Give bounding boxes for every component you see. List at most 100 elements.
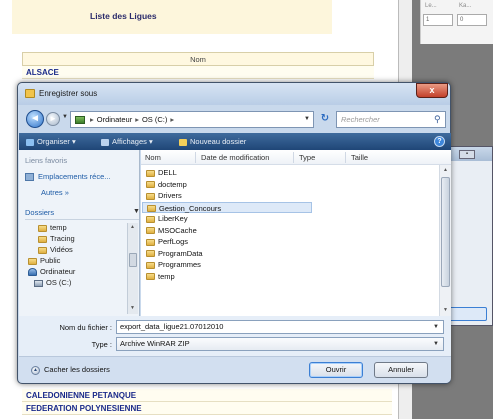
folder-icon bbox=[146, 192, 155, 200]
file-row[interactable]: Drivers bbox=[142, 190, 437, 202]
save-fields: Nom du fichier : export_data_ligue21.070… bbox=[19, 316, 451, 356]
new-folder-icon bbox=[179, 138, 187, 146]
file-list-scrollbar[interactable]: ▲ ▼ bbox=[439, 165, 451, 316]
favorite-recent-places[interactable]: Emplacements réce... bbox=[25, 172, 111, 182]
scroll-down-icon[interactable]: ▼ bbox=[443, 307, 448, 313]
tree-item-label: OS (C:) bbox=[46, 278, 72, 287]
chevron-down-icon[interactable]: ▼ bbox=[433, 321, 439, 333]
computer-icon bbox=[28, 268, 37, 277]
dialog-titlebar[interactable]: Enregistrer sous x bbox=[18, 83, 450, 105]
side-panel-input[interactable]: 1 bbox=[423, 14, 453, 26]
tree-item[interactable]: Tracing bbox=[20, 233, 128, 244]
file-row[interactable]: PerfLogs bbox=[142, 236, 437, 248]
folder-tree-scrollbar[interactable]: ▲ ▼ bbox=[127, 223, 138, 314]
address-bar[interactable]: ▸ Ordinateur ▸ OS (C:) ▸ ▼ bbox=[70, 111, 314, 128]
leagues-table: Nom ALSACE bbox=[22, 52, 374, 79]
folder-icon bbox=[146, 238, 155, 246]
column-divider[interactable] bbox=[345, 152, 346, 163]
background-dialog-button[interactable] bbox=[447, 307, 487, 321]
organize-icon bbox=[26, 138, 34, 146]
new-folder-button[interactable]: Nouveau dossier bbox=[179, 137, 246, 146]
column-divider[interactable] bbox=[293, 152, 294, 163]
views-icon bbox=[101, 138, 109, 146]
column-type[interactable]: Type bbox=[299, 153, 315, 162]
history-dropdown[interactable]: ▼ bbox=[62, 114, 68, 120]
file-row[interactable]: ProgramData bbox=[142, 248, 437, 260]
chevron-double-right-icon: » bbox=[64, 188, 69, 197]
favorite-label: Emplacements réce... bbox=[38, 172, 111, 181]
folder-icon bbox=[38, 224, 47, 232]
table-row[interactable]: ALSACE bbox=[22, 66, 374, 79]
file-row[interactable]: LiberKey bbox=[142, 213, 437, 225]
scroll-up-icon[interactable]: ▲ bbox=[130, 224, 135, 230]
column-name[interactable]: Nom bbox=[145, 153, 161, 162]
folder-icon bbox=[38, 246, 47, 254]
side-panel-fields: Le... Ka... 1 0 bbox=[420, 0, 493, 44]
side-panel-label: Ka... bbox=[459, 3, 472, 9]
views-menu[interactable]: Affichages ▾ bbox=[101, 137, 153, 146]
search-icon[interactable]: ⚲ bbox=[434, 114, 446, 125]
scroll-thumb[interactable] bbox=[441, 177, 450, 287]
chevron-up-icon: ▲ bbox=[31, 365, 40, 375]
file-row[interactable]: temp bbox=[142, 271, 437, 283]
close-icon[interactable]: ▪ bbox=[459, 150, 475, 159]
open-button[interactable]: Ouvrir bbox=[309, 362, 363, 378]
forward-button[interactable]: ► bbox=[46, 112, 60, 126]
more-link[interactable]: Autres » bbox=[41, 188, 69, 197]
cancel-button[interactable]: Annuler bbox=[374, 362, 428, 378]
file-name: MSOCache bbox=[158, 225, 197, 235]
folder-icon bbox=[147, 205, 156, 213]
file-row[interactable]: doctemp bbox=[142, 179, 437, 191]
dialog-title: Enregistrer sous bbox=[39, 89, 98, 98]
favorites-header: Liens favoris bbox=[25, 156, 68, 165]
file-row-selected[interactable]: Gestion_Concours bbox=[142, 201, 312, 213]
search-input[interactable]: Rechercher bbox=[336, 111, 446, 128]
tree-item-label: temp bbox=[50, 223, 67, 232]
breadcrumb-os-c[interactable]: OS (C:) bbox=[142, 115, 167, 124]
back-button[interactable]: ◄ bbox=[26, 110, 44, 128]
chevron-down-icon[interactable]: ▼ bbox=[304, 112, 310, 127]
file-row[interactable]: DELL bbox=[142, 167, 437, 179]
user-folder-icon bbox=[28, 257, 37, 265]
tree-item[interactable]: Public bbox=[20, 255, 128, 266]
help-icon[interactable]: ? bbox=[434, 136, 445, 147]
refresh-button[interactable]: ↻ bbox=[317, 112, 333, 127]
tree-item[interactable]: temp bbox=[20, 222, 128, 233]
filetype-value: Archive WinRAR ZIP bbox=[120, 339, 190, 348]
table-row[interactable]: CALEDONIENNE PETANQUE bbox=[22, 389, 392, 402]
file-row[interactable]: Programmes bbox=[142, 259, 437, 271]
breadcrumb-ordinateur[interactable]: Ordinateur bbox=[97, 115, 132, 124]
side-panel-input[interactable]: 0 bbox=[457, 14, 487, 26]
tree-item[interactable]: Ordinateur bbox=[20, 266, 128, 277]
column-headers: Nom Date de modification Type Taille bbox=[141, 150, 451, 165]
save-as-dialog: Enregistrer sous x ◄ ► ▼ ▸ Ordinateur ▸ OS … bbox=[17, 82, 451, 384]
tree-item-label: Ordinateur bbox=[40, 267, 76, 276]
folders-header[interactable]: Dossiers ▼ bbox=[25, 208, 140, 220]
tree-item-label: Tracing bbox=[50, 234, 75, 243]
filename-value: export_data_ligue21.07012010 bbox=[120, 322, 224, 331]
tree-item-label: Public bbox=[40, 256, 61, 265]
column-divider[interactable] bbox=[195, 152, 196, 163]
file-name: Gestion_Concours bbox=[159, 203, 222, 213]
file-row[interactable]: MSOCache bbox=[142, 225, 437, 237]
tree-item[interactable]: OS (C:) bbox=[20, 277, 128, 288]
column-modified[interactable]: Date de modification bbox=[201, 153, 269, 162]
hide-folders-toggle[interactable]: ▲ Cacher les dossiers bbox=[31, 365, 110, 375]
scroll-up-icon[interactable]: ▲ bbox=[443, 167, 448, 173]
close-button[interactable]: x bbox=[416, 83, 448, 98]
background-dialog-titlebar: ▪ bbox=[445, 147, 492, 161]
breadcrumb-separator: ▸ bbox=[135, 115, 139, 124]
drive-icon bbox=[34, 279, 43, 287]
scroll-down-icon[interactable]: ▼ bbox=[130, 305, 135, 311]
filetype-label: Type : bbox=[91, 340, 112, 349]
file-name: LiberKey bbox=[158, 214, 188, 223]
table-row[interactable]: FEDERATION POLYNESIENNE bbox=[22, 402, 392, 415]
organize-menu[interactable]: Organiser ▾ bbox=[26, 137, 76, 146]
filename-input[interactable]: export_data_ligue21.07012010 ▼ bbox=[116, 320, 444, 334]
folder-icon bbox=[146, 227, 155, 235]
scroll-thumb[interactable] bbox=[129, 253, 137, 267]
column-size[interactable]: Taille bbox=[351, 153, 368, 162]
tree-item[interactable]: Vidéos bbox=[20, 244, 128, 255]
recent-places-icon bbox=[25, 173, 34, 182]
filetype-select[interactable]: Archive WinRAR ZIP ▼ bbox=[116, 337, 444, 351]
